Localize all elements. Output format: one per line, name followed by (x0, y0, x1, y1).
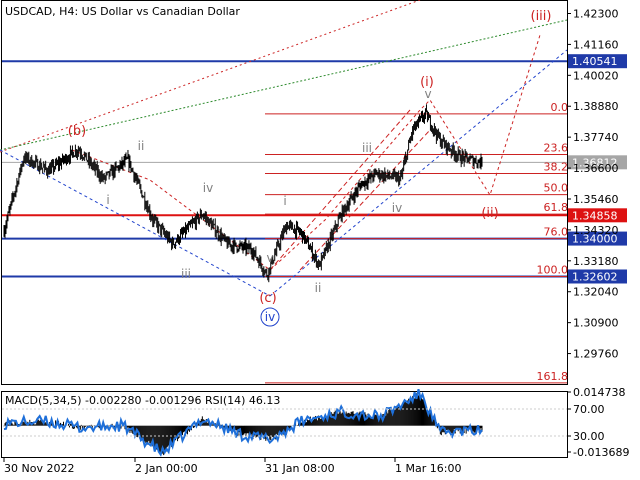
fib-label-7: 161.8 (537, 370, 569, 383)
indicator-tick-label: 30.00 (573, 430, 605, 443)
price-tick-label: 1.36600 (573, 162, 619, 175)
wave-label-sub-ii-mid: ii (315, 281, 322, 295)
price-tag-label: 1.40541 (572, 55, 618, 68)
fib-label-2: 38.2 (544, 160, 569, 173)
indicator-tick-label: 70.00 (573, 403, 605, 416)
price-tick-label: 1.34320 (573, 224, 619, 237)
price-tick-label: 1.40020 (573, 69, 619, 82)
indicator-tick-label: 0.014738 (573, 386, 626, 399)
fib-label-6: 100.0 (537, 264, 569, 277)
price-tick-label: 1.29760 (573, 348, 619, 361)
fib-label-5: 76.0 (544, 226, 569, 239)
wave-label-sub-iv-mid: iv (392, 201, 402, 215)
price-tag-label: 1.34858 (572, 209, 618, 222)
price-tick-label: 1.30900 (573, 317, 619, 330)
wave-label-c: (c) (259, 291, 276, 306)
price-tick-label: 1.38880 (573, 100, 619, 113)
chart-title: USDCAD, H4: US Dollar vs Canadian Dollar (5, 5, 240, 18)
wave-label-sub-v-mid: v (424, 87, 431, 101)
price-tick-label: 1.42300 (573, 7, 619, 20)
wave-label-iv-circle: iv (265, 310, 275, 324)
main-plot-frame (1, 0, 568, 385)
time-tick-label: 30 Nov 2022 (4, 462, 74, 475)
wave-label-sub-i-mid: i (283, 194, 286, 208)
price-tick-label: 1.35460 (573, 193, 619, 206)
price-tick-label: 1.41160 (573, 38, 619, 51)
wave-label-roman-ii: (ii) (481, 206, 498, 221)
wave-label-sub-iii-mid: iii (362, 141, 372, 155)
fib-label-4: 61.8 (544, 201, 569, 214)
time-tick-label: 2 Jan 00:00 (135, 462, 198, 475)
fib-label-3: 50.0 (544, 182, 569, 195)
wave-label-sub-v-left: v (266, 251, 273, 265)
price-tick-label: 1.33180 (573, 255, 619, 268)
wave-label-sub-ii-top: ii (138, 139, 145, 153)
time-tick-label: 1 Mar 16:00 (395, 462, 461, 475)
wave-label-sub-i-left: i (106, 193, 109, 207)
indicator-tick-label: -0.013689 (573, 446, 629, 459)
wave-label-b: (b) (68, 124, 86, 139)
price-tag-label: 1.32602 (572, 270, 618, 283)
wave-label-sub-iv-left: iv (203, 181, 213, 195)
time-tick-label: 31 Jan 08:00 (265, 462, 335, 475)
fib-label-0: 0.0 (551, 101, 569, 114)
fib-label-1: 23.6 (544, 142, 569, 155)
price-tick-label: 1.32040 (573, 286, 619, 299)
price-tick-label: 1.37740 (573, 131, 619, 144)
chart-area[interactable]: 0.0 23.6 38.2 50.0 61.8 76.0 100.0 161.8 (b) (c)… (0, 0, 640, 480)
indicator-label: MACD(5,34,5) -0.002280 -0.001296 RSI(14)… (5, 394, 280, 407)
wave-label-roman-iii: (iii) (531, 9, 552, 24)
wave-label-sub-iii-left: iii (181, 267, 191, 281)
